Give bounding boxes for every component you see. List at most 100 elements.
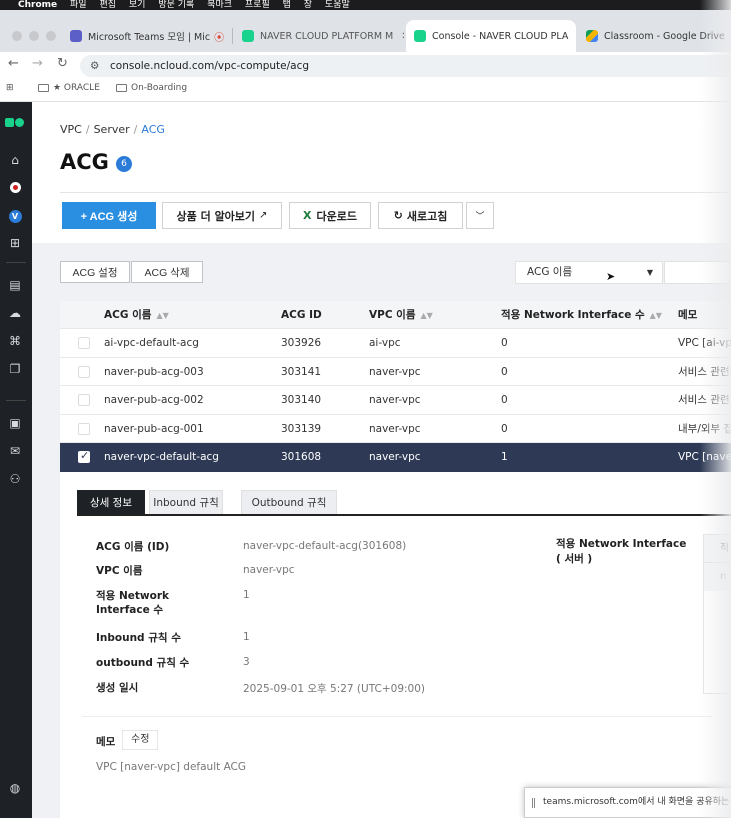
region-flag-icon[interactable]	[7, 179, 23, 195]
cell-memo: VPC [ai-vpc	[678, 337, 731, 349]
url-input[interactable]: ⚙ console.ncloud.com/vpc-compute/acg	[80, 55, 731, 77]
cell-vpc-name: naver-vpc	[369, 365, 421, 378]
cell-memo: VPC [naver	[678, 451, 731, 463]
sort-icon[interactable]: ▲▼	[156, 311, 168, 320]
close-icon[interactable]: ✕	[401, 31, 404, 42]
home-icon[interactable]: ⌂	[7, 152, 23, 168]
breadcrumb-separator: /	[85, 123, 90, 136]
forward-icon[interactable]: →	[32, 56, 43, 71]
back-icon[interactable]: ←	[8, 56, 19, 71]
menu-app-name[interactable]: Chrome	[18, 0, 57, 10]
ncloud-logo[interactable]	[5, 117, 25, 130]
menu-item-window[interactable]: 창	[304, 0, 312, 10]
menu-item-bookmarks[interactable]: 북마크	[207, 0, 232, 10]
acg-delete-button[interactable]: ACG 삭제	[131, 261, 203, 283]
search-field-select[interactable]: ACG 이름 ▼	[515, 261, 663, 284]
bookmark-label: ★ ORACLE	[53, 83, 100, 93]
address-bar-row: ← → ↻ ⚙ console.ncloud.com/vpc-compute/a…	[0, 52, 731, 78]
more-dropdown-button[interactable]: ﹀	[466, 202, 494, 229]
bookmark-onboarding[interactable]: On-Boarding	[116, 83, 187, 93]
table-row[interactable]: naver-pub-acg-001 303139 naver-vpc 0 내부/…	[60, 415, 731, 443]
excel-icon: X	[303, 209, 312, 222]
tab-console-active[interactable]: Console - NAVER CLOUD PLA ✕	[406, 20, 576, 52]
dashboard-icon[interactable]: ▤	[7, 277, 23, 293]
tab-ncp-main[interactable]: NAVER CLOUD PLATFORM M ✕	[234, 20, 404, 52]
menu-item-tab[interactable]: 탭	[283, 0, 291, 10]
cloud-icon[interactable]: ☁	[7, 305, 23, 321]
cell-vpc-name: naver-vpc	[369, 451, 421, 463]
interface-table: 적 n	[703, 534, 731, 694]
col-interface-count[interactable]: 적용 Network Interface 수 ▲▼	[501, 301, 662, 330]
menu-item-view[interactable]: 보기	[129, 0, 146, 10]
row-checkbox[interactable]	[78, 422, 90, 435]
col-vpc-name[interactable]: VPC 이름 ▲▼	[369, 301, 433, 330]
bookmark-oracle[interactable]: ★ ORACLE	[38, 83, 100, 93]
language-globe-icon[interactable]: ◍	[7, 780, 23, 796]
acg-settings-button[interactable]: ACG 설정	[60, 261, 130, 283]
cell-acg-id: 303141	[281, 365, 322, 378]
storage-icon[interactable]: ❐	[7, 361, 23, 377]
all-services-icon[interactable]: ⊞	[7, 235, 23, 251]
search-input[interactable]	[664, 261, 731, 284]
ncloud-icon	[414, 30, 426, 42]
vpc-platform-icon[interactable]: V	[7, 207, 23, 223]
monitoring-icon[interactable]: ▣	[7, 415, 23, 431]
cell-acg-id: 303140	[281, 394, 322, 406]
drag-handle-icon[interactable]	[532, 798, 535, 808]
label-inbound-count: Inbound 규칙 수	[96, 632, 181, 644]
sort-icon[interactable]: ▲▼	[650, 311, 662, 320]
tab-teams[interactable]: Microsoft Teams 모임 | Mic ⦿ ✕	[62, 20, 230, 52]
menu-item-edit[interactable]: 편집	[99, 0, 116, 10]
window-controls[interactable]	[12, 31, 56, 41]
tab-classroom[interactable]: Classroom - Google Drive	[578, 20, 731, 52]
tab-detail-info[interactable]: 상세 정보	[77, 490, 145, 515]
interface-table-row[interactable]: n	[704, 563, 731, 591]
download-button[interactable]: X 다운로드	[289, 202, 371, 229]
row-checkbox-checked[interactable]	[78, 449, 90, 463]
cell-vpc-name: naver-vpc	[369, 422, 421, 435]
refresh-button[interactable]: ↻ 새로고침	[378, 202, 463, 229]
tab-outbound-rules[interactable]: Outbound 규칙	[241, 490, 337, 515]
sort-icon[interactable]: ▲▼	[421, 311, 433, 320]
header-label: VPC 이름	[369, 309, 416, 321]
site-settings-icon[interactable]: ⚙	[90, 55, 99, 77]
breadcrumb-vpc[interactable]: VPC	[60, 123, 82, 136]
chat-support-icon[interactable]: ✉	[7, 443, 23, 459]
col-acg-name[interactable]: ACG 이름 ▲▼	[104, 301, 169, 330]
cell-memo: 내부/외부 접	[678, 422, 731, 435]
tab-label: NAVER CLOUD PLATFORM M	[260, 30, 394, 42]
table-row[interactable]: naver-pub-acg-003 303141 naver-vpc 0 서비스…	[60, 358, 731, 386]
screen-share-notification[interactable]: teams.microsoft.com에서 내 화면을 공유하는 중입니다.	[524, 787, 731, 818]
cell-interface-count: 0	[501, 394, 508, 406]
reload-icon[interactable]: ↻	[57, 56, 68, 71]
row-checkbox[interactable]	[78, 365, 90, 378]
menu-item-help[interactable]: 도움말	[325, 0, 350, 10]
create-acg-button[interactable]: + ACG 생성	[62, 202, 156, 229]
tab-inbound-rules[interactable]: Inbound 규칙	[149, 490, 223, 515]
users-icon[interactable]: ⚇	[7, 471, 23, 487]
menu-item-history[interactable]: 방문 기록	[158, 0, 194, 10]
network-icon[interactable]: ⌘	[7, 333, 23, 349]
breadcrumb-acg: ACG	[141, 123, 165, 136]
download-label: 다운로드	[316, 209, 357, 223]
table-row-selected[interactable]: naver-vpc-default-acg 301608 naver-vpc 1…	[60, 443, 731, 472]
table-header: ACG 이름 ▲▼ ACG ID VPC 이름 ▲▼ 적용 Network Inte…	[60, 301, 731, 329]
bookmarks-bar: ⊞ ★ ORACLE On-Boarding	[0, 78, 731, 102]
google-drive-icon	[586, 30, 598, 42]
header-label: ACG 이름	[104, 309, 152, 321]
breadcrumb-server[interactable]: Server	[94, 123, 130, 136]
menu-item-file[interactable]: 파일	[70, 0, 87, 10]
memo-edit-button[interactable]: 수정	[122, 730, 159, 750]
menu-item-profile[interactable]: 프로필	[245, 0, 270, 10]
row-checkbox[interactable]	[78, 337, 90, 349]
table-row[interactable]: naver-pub-acg-002 303140 naver-vpc 0 서비스…	[60, 386, 731, 415]
cell-acg-id: 303926	[281, 337, 322, 349]
cell-interface-count: 0	[501, 365, 508, 378]
header-label: 메모	[678, 309, 698, 321]
apps-grid-icon[interactable]: ⊞	[6, 83, 14, 93]
refresh-label: 새로고침	[406, 209, 448, 223]
learn-more-button[interactable]: 상품 더 알아보기 ↗	[162, 202, 282, 229]
bookmark-label: On-Boarding	[131, 83, 188, 93]
row-checkbox[interactable]	[78, 394, 90, 406]
table-row[interactable]: ai-vpc-default-acg 303926 ai-vpc 0 VPC […	[60, 329, 731, 358]
